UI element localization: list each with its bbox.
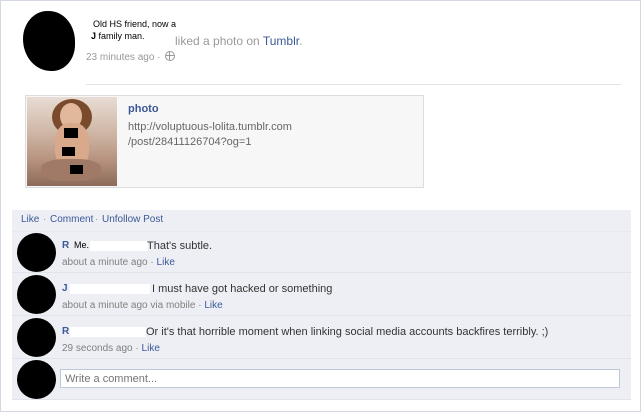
comment-time[interactable]: 29 seconds ago <box>62 343 133 354</box>
commenter-avatar-redacted[interactable] <box>17 275 56 314</box>
attachment-url-line-2: /post/28411126704?og=1 <box>128 136 252 148</box>
story-actions-bar: Like · Comment · Unfollow Post <box>12 210 631 232</box>
attachment-title[interactable]: photo <box>128 103 159 115</box>
author-caption-line-2: J family man. <box>91 31 145 41</box>
story-time-sep: · <box>157 52 161 63</box>
comment-input[interactable] <box>60 369 620 388</box>
commenter-initial[interactable]: R <box>62 240 69 251</box>
commenter-avatar-redacted[interactable] <box>17 233 56 272</box>
action-sep: · <box>43 214 47 225</box>
name-redaction <box>90 241 148 251</box>
commenter-avatar-redacted[interactable] <box>17 318 56 357</box>
censor-bar <box>70 165 83 174</box>
story-time[interactable]: 23 minutes ago <box>86 52 154 63</box>
comment-time[interactable]: about a minute ago <box>62 257 148 268</box>
tumblr-link[interactable]: Tumblr <box>263 34 299 48</box>
author-avatar-redacted[interactable] <box>23 11 75 71</box>
comment-via: via mobile <box>150 300 196 311</box>
censor-bar <box>64 128 78 138</box>
commenter-initial[interactable]: R <box>62 326 69 337</box>
comment-sep: · <box>135 343 139 354</box>
photo-attachment[interactable]: photo http://voluptuous-lolita.tumblr.co… <box>25 95 424 188</box>
comment: R Me. That's subtle. about a minute ago … <box>12 232 631 273</box>
comment-text: Or it's that horrible moment when linkin… <box>146 326 549 338</box>
comment-time[interactable]: about a minute ago <box>62 300 148 311</box>
comment-button[interactable]: Comment <box>50 214 93 225</box>
like-button[interactable]: Like <box>21 214 39 225</box>
comment: R Or it's that horrible moment when link… <box>12 316 631 359</box>
unfollow-post-button[interactable]: Unfollow Post <box>102 214 163 225</box>
commenter-name-extra: Me. <box>74 240 90 250</box>
story-action: liked a photo on Tumblr. <box>175 34 302 48</box>
comment-sep: · <box>150 257 154 268</box>
action-sep: · <box>95 214 99 225</box>
story-timestamp-row: 23 minutes ago · <box>86 51 176 63</box>
divider <box>86 84 621 85</box>
censor-bar <box>62 147 75 156</box>
viewer-avatar-redacted <box>17 360 56 399</box>
comment-like-button[interactable]: Like <box>157 257 175 268</box>
attachment-url-line-1: http://voluptuous-lolita.tumblr.com <box>128 121 292 133</box>
photo-thumbnail[interactable] <box>27 97 117 186</box>
feed-story: Old HS friend, now a J family man. liked… <box>0 0 641 412</box>
comment-sep: · <box>198 300 202 311</box>
commenter-initial[interactable]: J <box>62 283 68 294</box>
author-initial[interactable]: J <box>91 31 96 41</box>
comment-meta: about a minute ago · Like <box>62 257 175 268</box>
comment-text: I must have got hacked or something <box>152 283 333 295</box>
comment-like-button[interactable]: Like <box>204 300 222 311</box>
author-caption-text: family man. <box>98 31 145 41</box>
globe-icon[interactable] <box>165 51 176 61</box>
comment-composer <box>12 359 631 400</box>
name-redaction <box>70 327 146 337</box>
story-action-suffix: . <box>299 34 303 48</box>
author-caption-line-1: Old HS friend, now a <box>93 19 177 29</box>
comment-text: That's subtle. <box>147 240 213 252</box>
story-action-prefix: liked a photo on <box>175 34 260 48</box>
comment-meta: about a minute ago via mobile · Like <box>62 300 223 311</box>
comment-meta: 29 seconds ago · Like <box>62 343 160 354</box>
comment-like-button[interactable]: Like <box>142 343 160 354</box>
comment: J I must have got hacked or something ab… <box>12 273 631 316</box>
name-redaction <box>70 284 150 294</box>
